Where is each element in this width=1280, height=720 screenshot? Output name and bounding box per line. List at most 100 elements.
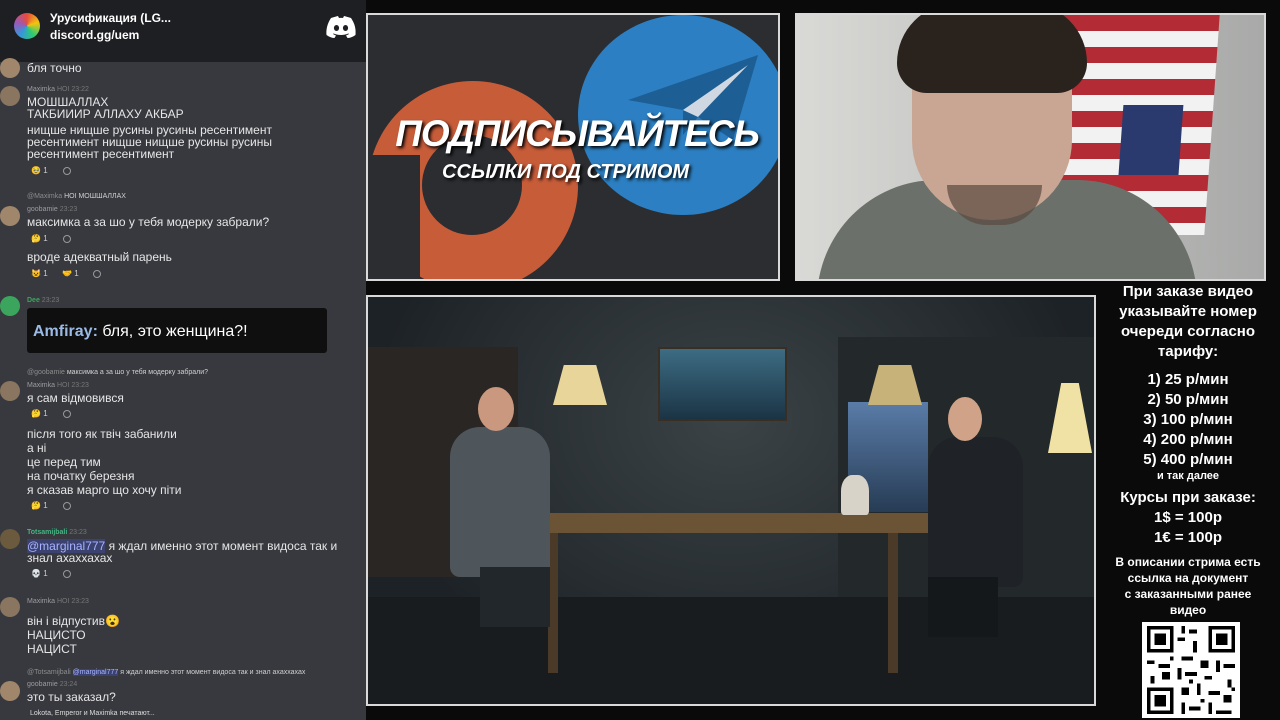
- vase: [841, 475, 869, 515]
- guest-legs: [928, 577, 998, 637]
- table-legs: [548, 533, 898, 673]
- guest-legs: [480, 567, 550, 627]
- video-player[interactable]: [366, 295, 1096, 706]
- message-text: бля точно: [27, 61, 82, 75]
- reaction-emoji: 💀: [31, 569, 41, 578]
- avatar: [0, 381, 20, 401]
- reaction[interactable]: 💀 1: [27, 568, 52, 579]
- promo-subtitle: ССЫЛКИ ПОД СТРИМОМ: [442, 161, 690, 183]
- user-mention: @marginal777: [72, 669, 119, 676]
- rate-item: 1$ = 100р: [1154, 509, 1222, 526]
- typing-indicator: Lokota, Emperor и Maximka печатают...: [30, 710, 155, 717]
- add-reaction-icon[interactable]: [63, 167, 71, 175]
- role-badge: HOI: [64, 193, 77, 200]
- reaction[interactable]: 🤝 1: [58, 268, 83, 279]
- rates-heading: Курсы при заказе:: [1120, 489, 1256, 506]
- reply-preview[interactable]: @Maximka HOI МОШШАЛЛАХ: [27, 193, 126, 200]
- reaction-count: 1: [43, 269, 48, 278]
- username[interactable]: Dee: [27, 297, 40, 304]
- guest-left: [440, 387, 550, 637]
- server-name: Урусификация (LG...: [50, 11, 171, 25]
- add-reaction-icon[interactable]: [63, 570, 71, 578]
- server-icon: [14, 13, 40, 39]
- painting: [658, 347, 787, 421]
- role-badge: HOI: [56, 86, 70, 93]
- reaction-emoji: 🤔: [31, 501, 41, 510]
- reaction-count: 1: [43, 569, 48, 578]
- username[interactable]: Maximka: [27, 598, 55, 605]
- info-heading-line: тарифу:: [1157, 343, 1219, 360]
- reply-text: я ждал именно этот момент видоса так и з…: [120, 669, 306, 676]
- chat-header: Урусификация (LG... discord.gg/uem: [0, 0, 366, 62]
- reaction-emoji: 🤔: [31, 409, 41, 418]
- promo-title: ПОДПИСЫВАЙТЕСЬ: [395, 113, 759, 154]
- message-text-body: я ждал именно этот момент видоса так и: [108, 539, 338, 553]
- rate-item: 1€ = 100р: [1154, 529, 1222, 546]
- reply-text: МОШШАЛЛАХ: [78, 193, 126, 200]
- reply-preview[interactable]: @goobamie максимка а за шо у тебя модерк…: [27, 369, 208, 376]
- highlight-body: бля, это женщина?!: [102, 323, 248, 340]
- chat-overlay: Урусификация (LG... discord.gg/uem бля т…: [0, 0, 366, 720]
- message-text: на початку березня: [27, 469, 135, 483]
- role-badge: HOI: [56, 598, 70, 605]
- guest-head: [948, 397, 982, 441]
- reply-preview[interactable]: @Totsamijbali @marginal777 я ждал именно…: [27, 669, 305, 676]
- timestamp: 23:23: [41, 297, 60, 304]
- reaction[interactable]: 🤔 1: [27, 233, 52, 244]
- reaction-count: 1: [43, 234, 48, 243]
- message-text: це перед тим: [27, 455, 101, 469]
- patreon-logo-bar: [368, 155, 420, 279]
- add-reaction-icon[interactable]: [63, 410, 71, 418]
- message-author: goobamie 23:23: [27, 206, 77, 213]
- message-text: я сам відмовився: [27, 391, 124, 405]
- guest-body: [450, 427, 550, 577]
- username[interactable]: Maximka: [27, 86, 55, 93]
- message-text: ТАКБИИИР АЛЛАХУ АКБАР: [27, 107, 184, 121]
- reply-author: @goobamie: [27, 369, 65, 376]
- message-author: goobamie 23:24: [27, 681, 77, 688]
- add-reaction-icon[interactable]: [93, 270, 101, 278]
- reaction[interactable]: 🤔 1: [27, 408, 52, 419]
- reply-text: максимка а за шо у тебя модерку забрали?: [66, 369, 209, 376]
- avatar: [0, 296, 20, 316]
- description-line: В описании стрима есть: [1115, 555, 1261, 569]
- timestamp: 23:23: [71, 382, 89, 389]
- add-reaction-icon[interactable]: [63, 235, 71, 243]
- reaction-count: 1: [43, 166, 48, 175]
- reaction-emoji: 🤝: [62, 269, 72, 278]
- message-author: Maximka HOI 23:22: [27, 86, 89, 93]
- timestamp: 23:23: [71, 598, 89, 605]
- table: [498, 513, 958, 533]
- avatar: [0, 529, 20, 549]
- reaction[interactable]: 😺 1: [27, 268, 52, 279]
- username[interactable]: Totsamijbali: [27, 529, 67, 536]
- tariff-item: 1) 25 р/мин: [1147, 371, 1229, 388]
- description-line: видео: [1169, 603, 1207, 617]
- message-author: Maximka HOI 23:23: [27, 598, 89, 605]
- reaction[interactable]: 🥹 1: [27, 165, 52, 176]
- timestamp: 23:23: [69, 529, 87, 536]
- server-invite-link[interactable]: discord.gg/uem: [50, 28, 139, 42]
- reaction-emoji: 😺: [31, 269, 41, 278]
- tariff-item: 5) 400 р/мин: [1143, 451, 1233, 468]
- message-text: НАЦИСТ: [27, 642, 77, 656]
- info-heading-line: указывайте номер: [1119, 303, 1257, 320]
- username[interactable]: Maximka: [27, 382, 55, 389]
- timestamp: 23:24: [59, 681, 78, 688]
- avatar: [0, 681, 20, 701]
- username[interactable]: goobamie: [27, 206, 58, 213]
- reaction-count: 1: [43, 409, 48, 418]
- message-author: Maximka HOI 23:23: [27, 382, 89, 389]
- reaction-emoji: 🤔: [31, 234, 41, 243]
- reply-author: @Totsamijbali: [27, 669, 71, 676]
- username[interactable]: goobamie: [27, 681, 58, 688]
- message-author: Totsamijbali 23:23: [27, 529, 87, 536]
- role-badge: HOI: [56, 382, 70, 389]
- reaction-emoji: 🥹: [31, 166, 41, 175]
- message-text: максимка а за шо у тебя модерку забрали?: [27, 215, 270, 229]
- add-reaction-icon[interactable]: [63, 502, 71, 510]
- streamer-hair: [897, 15, 1087, 93]
- reaction[interactable]: 🤔 1: [27, 500, 52, 511]
- highlighted-message-text: Amfiray: бля, это женщина?!: [33, 323, 248, 341]
